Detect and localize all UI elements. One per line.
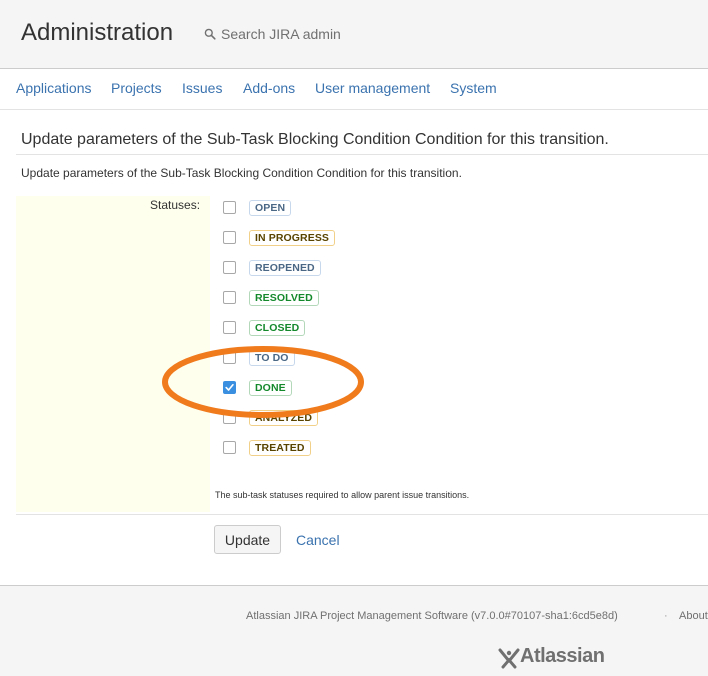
status-lozenge: IN PROGRESS [249, 230, 336, 246]
status-checkbox[interactable] [223, 411, 236, 424]
search-input[interactable]: Search JIRA admin [221, 26, 341, 42]
statuses-label: Statuses: [150, 198, 201, 212]
status-lozenge: CLOSED [249, 320, 306, 336]
admin-nav: Applications Projects Issues Add-ons Use… [0, 69, 708, 110]
form-description: Update parameters of the Sub-Task Blocki… [21, 166, 462, 180]
footer: Atlassian JIRA Project Management Softwa… [0, 585, 708, 676]
divider [16, 154, 708, 155]
footer-version-text: Atlassian JIRA Project Management Softwa… [246, 610, 618, 622]
nav-issues[interactable]: Issues [182, 80, 222, 96]
footer-about-link[interactable]: About [679, 610, 708, 622]
search-icon [204, 28, 216, 40]
admin-header: Administration Search JIRA admin [0, 0, 708, 69]
status-checkbox[interactable] [223, 351, 236, 364]
status-lozenge: REOPENED [249, 260, 321, 276]
status-checkbox[interactable] [223, 201, 236, 214]
nav-applications[interactable]: Applications [16, 80, 92, 96]
atlassian-x-icon [498, 648, 520, 669]
atlassian-wordmark: Atlassian [520, 645, 605, 667]
status-lozenge: TO DO [249, 350, 295, 366]
form-heading: Update parameters of the Sub-Task Blocki… [21, 131, 609, 148]
status-lozenge: RESOLVED [249, 290, 319, 306]
nav-projects[interactable]: Projects [111, 80, 162, 96]
nav-user-management[interactable]: User management [315, 80, 430, 96]
status-checkbox-checked[interactable] [223, 381, 236, 394]
status-lozenge: DONE [249, 380, 292, 396]
status-checkbox[interactable] [223, 441, 236, 454]
footer-separator: · [664, 610, 668, 622]
status-checkbox[interactable] [223, 231, 236, 244]
status-checkbox[interactable] [223, 291, 236, 304]
page-title: Administration [21, 19, 174, 46]
nav-add-ons[interactable]: Add-ons [243, 80, 295, 96]
checkmark-icon [225, 384, 234, 391]
status-lozenge: TREATED [249, 440, 311, 456]
cancel-link[interactable]: Cancel [296, 532, 340, 548]
status-lozenge: ANALYZED [249, 410, 319, 426]
status-checkbox[interactable] [223, 321, 236, 334]
update-button[interactable]: Update [214, 525, 281, 554]
field-description: The sub-task statuses required to allow … [215, 490, 470, 500]
status-lozenge: OPEN [249, 200, 292, 216]
label-column [16, 196, 210, 512]
nav-system[interactable]: System [450, 80, 497, 96]
status-checkbox[interactable] [223, 261, 236, 274]
divider [16, 514, 708, 515]
